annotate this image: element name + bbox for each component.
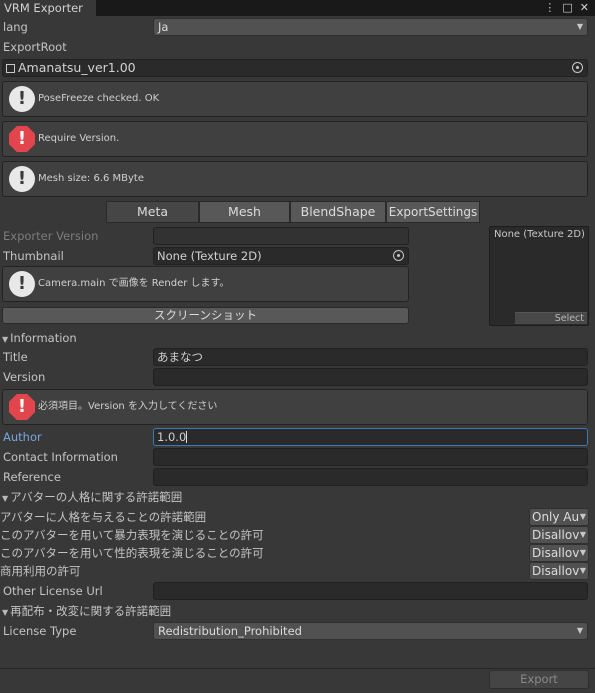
- chevron-down-icon: ▼: [579, 512, 586, 521]
- chevron-down-icon: ▼: [576, 626, 583, 635]
- lang-value: Ja: [158, 20, 169, 34]
- maximize-icon[interactable]: □: [562, 0, 572, 16]
- tab-export-settings[interactable]: ExportSettings: [386, 201, 480, 223]
- reference-label: Reference: [3, 470, 61, 484]
- info-icon: !: [9, 86, 35, 112]
- chevron-down-icon: ▼: [579, 530, 586, 539]
- close-icon[interactable]: ✕: [580, 0, 589, 16]
- object-picker-icon[interactable]: [572, 62, 583, 73]
- exporter-version-label: Exporter Version: [3, 229, 99, 243]
- information-foldout[interactable]: ▼ Information: [2, 330, 77, 346]
- text-cursor: [186, 431, 188, 443]
- chevron-down-icon: ▼: [579, 566, 586, 575]
- commercial-row-label: 商用利用の許可: [0, 564, 81, 578]
- contact-label: Contact Information: [3, 450, 118, 464]
- persona-foldout[interactable]: ▼ アバターの人格に関する許諾範囲: [2, 489, 182, 505]
- persona-value: Only Au: [532, 510, 580, 524]
- message-text: Require Version.: [38, 133, 120, 144]
- more-menu-icon[interactable]: ⋮: [544, 0, 555, 16]
- violence-dropdown[interactable]: Disallov ▼: [529, 526, 589, 544]
- chevron-down-icon: ▼: [576, 22, 583, 31]
- information-header: Information: [10, 331, 77, 345]
- version-error-text: 必須項目。Version を入力してください: [38, 401, 218, 412]
- export-button[interactable]: Export: [489, 670, 589, 689]
- persona-dropdown[interactable]: Only Au ▼: [529, 508, 589, 526]
- window-controls: ⋮ □ ✕: [544, 0, 589, 16]
- title-label: Title: [3, 350, 28, 364]
- sexual-row-label: このアバターを用いて性的表現を演じることの許可: [0, 546, 264, 560]
- window-tab[interactable]: VRM Exporter: [0, 0, 96, 16]
- version-error-box: ! 必須項目。Version を入力してください: [2, 389, 588, 425]
- violence-row-label: このアバターを用いて暴力表現を演じることの許可: [0, 528, 264, 542]
- title-field[interactable]: あまなつ: [153, 348, 588, 366]
- violence-value: Disallov: [532, 528, 580, 542]
- object-picker-icon[interactable]: [393, 250, 404, 261]
- lang-dropdown[interactable]: Ja ▼: [153, 18, 588, 36]
- other-license-field[interactable]: [153, 582, 588, 600]
- tab-mesh[interactable]: Mesh: [199, 201, 290, 223]
- author-value: 1.0.0: [157, 430, 187, 444]
- message-box: ! Require Version.: [2, 121, 588, 157]
- info-icon: !: [9, 166, 35, 192]
- message-text: PoseFreeze checked. OK: [38, 93, 160, 104]
- export-root-label: ExportRoot: [3, 40, 67, 54]
- other-license-label: Other License Url: [3, 584, 103, 598]
- commercial-value: Disallov: [532, 564, 580, 578]
- camera-help-box: ! Camera.main で画像を Render します。: [2, 266, 409, 302]
- error-icon: !: [9, 126, 35, 152]
- contact-field[interactable]: [153, 448, 588, 466]
- exporter-version-field: [153, 227, 409, 245]
- tab-meta[interactable]: Meta: [106, 201, 199, 223]
- redistribution-header: 再配布・改変に関する許諾範囲: [10, 604, 172, 618]
- thumbnail-field[interactable]: None (Texture 2D): [153, 247, 409, 265]
- author-label: Author: [3, 430, 42, 444]
- persona-header: アバターの人格に関する許諾範囲: [10, 490, 183, 504]
- message-text: Mesh size: 6.6 MByte: [38, 173, 145, 184]
- foldout-arrow-icon: ▼: [2, 335, 9, 344]
- commercial-dropdown[interactable]: Disallov ▼: [529, 562, 589, 580]
- persona-row-label: アバターに人格を与えることの許諾範囲: [0, 510, 207, 524]
- screenshot-button[interactable]: スクリーンショット: [2, 307, 409, 324]
- version-label: Version: [3, 370, 46, 384]
- license-type-label: License Type: [3, 624, 77, 638]
- chevron-down-icon: ▼: [579, 548, 586, 557]
- footer-divider: [0, 668, 595, 669]
- reference-field[interactable]: [153, 468, 588, 486]
- redistribution-foldout[interactable]: ▼ 再配布・改変に関する許諾範囲: [2, 603, 171, 619]
- foldout-arrow-icon: ▼: [2, 494, 9, 503]
- author-field[interactable]: 1.0.0: [153, 428, 588, 446]
- sexual-dropdown[interactable]: Disallov ▼: [529, 544, 589, 562]
- sexual-value: Disallov: [532, 546, 580, 560]
- thumbnail-label: Thumbnail: [3, 249, 64, 263]
- camera-help-text: Camera.main で画像を Render します。: [38, 278, 230, 289]
- lang-label: lang: [3, 20, 28, 34]
- license-type-dropdown[interactable]: Redistribution_Prohibited ▼: [153, 622, 588, 640]
- thumbnail-select-button[interactable]: Select: [515, 312, 587, 324]
- thumbnail-value: None (Texture 2D): [157, 249, 262, 263]
- export-root-field[interactable]: Amanatsu_ver1.00: [2, 59, 588, 77]
- tab-blendshape[interactable]: BlendShape: [290, 201, 386, 223]
- version-field[interactable]: [153, 368, 588, 386]
- gameobject-icon: [6, 64, 15, 73]
- message-box: ! PoseFreeze checked. OK: [2, 81, 588, 117]
- export-root-value: Amanatsu_ver1.00: [18, 60, 136, 75]
- info-icon: !: [9, 271, 35, 297]
- message-box: ! Mesh size: 6.6 MByte: [2, 161, 588, 197]
- license-type-value: Redistribution_Prohibited: [158, 624, 302, 638]
- error-icon: !: [9, 394, 35, 420]
- foldout-arrow-icon: ▼: [2, 608, 9, 617]
- thumbnail-preview-label: None (Texture 2D): [494, 229, 585, 240]
- thumbnail-preview[interactable]: None (Texture 2D) Select: [489, 226, 589, 326]
